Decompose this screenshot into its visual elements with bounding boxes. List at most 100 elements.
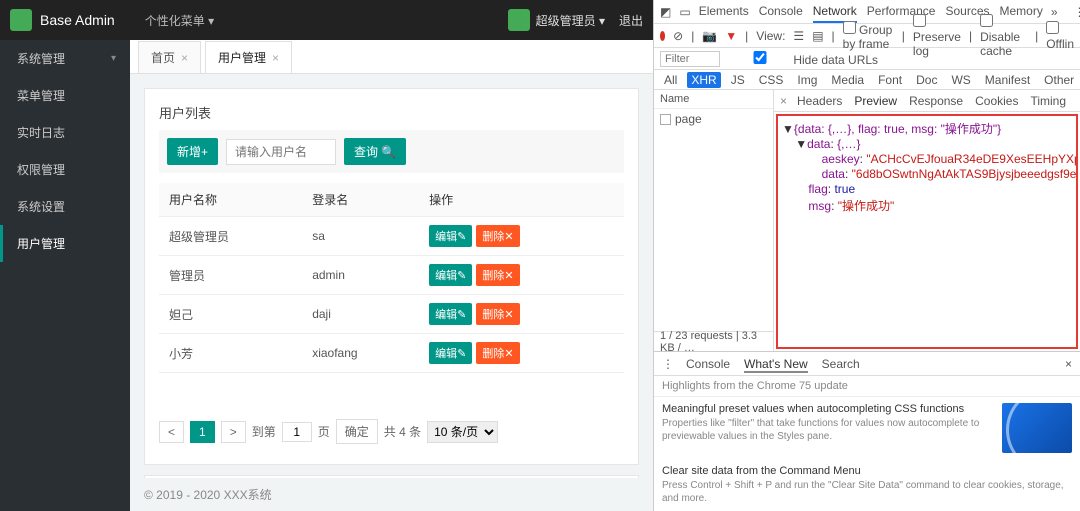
devtools-tab-elements[interactable]: Elements xyxy=(699,1,749,23)
table-row: 小芳xiaofang编辑✎删除✕ xyxy=(159,334,624,373)
overview-icon[interactable]: ▤ xyxy=(812,29,823,43)
user-label[interactable]: 超级管理员 ▾ xyxy=(536,12,605,29)
hide-data-urls-checkbox[interactable]: Hide data URLs xyxy=(730,51,878,67)
delete-button[interactable]: 删除✕ xyxy=(476,342,519,364)
subtab-timing[interactable]: Timing xyxy=(1030,94,1066,108)
type-filter: All XHR JS CSS Img Media Font Doc WS Manifest Othe… xyxy=(654,70,1080,90)
whatsnew-item[interactable]: Meaningful preset values when autocomple… xyxy=(654,397,1080,459)
sidebar-item-log[interactable]: 实时日志 xyxy=(0,114,130,151)
type-ws[interactable]: WS xyxy=(947,72,974,88)
type-manifest[interactable]: Manifest xyxy=(981,72,1034,88)
clear-icon[interactable]: ⊘ xyxy=(673,29,683,43)
drawer: ⋮ ConsoleWhat's NewSearch × Highlights f… xyxy=(654,351,1080,511)
add-button[interactable]: 新增+ xyxy=(167,138,218,165)
sidebar-item-system[interactable]: 系统管理▾ xyxy=(0,40,130,77)
header: Base Admin 个性化菜单 ▾ 超级管理员 ▾ 退出 xyxy=(0,0,653,40)
edit-button[interactable]: 编辑✎ xyxy=(429,225,472,247)
page-1[interactable]: 1 xyxy=(190,421,215,443)
type-js[interactable]: JS xyxy=(727,72,749,88)
delete-button[interactable]: 删除✕ xyxy=(476,225,519,247)
type-media[interactable]: Media xyxy=(827,72,868,88)
cell-login: admin xyxy=(302,256,419,295)
tab-users[interactable]: 用户管理× xyxy=(205,41,292,73)
search-icon: 🔍 xyxy=(381,145,396,159)
record-icon[interactable] xyxy=(660,31,665,41)
delete-button[interactable]: 删除✕ xyxy=(476,303,519,325)
more-tabs[interactable]: » xyxy=(1051,5,1058,19)
devtools-tab-console[interactable]: Console xyxy=(759,1,803,23)
type-xhr[interactable]: XHR xyxy=(687,72,720,88)
confirm-page[interactable]: 确定 xyxy=(336,419,378,444)
sidebar-item-menu[interactable]: 菜单管理 xyxy=(0,77,130,114)
edit-button[interactable]: 编辑✎ xyxy=(429,342,472,364)
type-font[interactable]: Font xyxy=(874,72,906,88)
drawer-tab-search[interactable]: Search xyxy=(822,357,860,371)
subtab-headers[interactable]: Headers xyxy=(797,94,842,108)
edit-button[interactable]: 编辑✎ xyxy=(429,264,472,286)
camera-icon[interactable]: 📷 xyxy=(702,29,717,43)
drawer-menu-icon[interactable]: ⋮ xyxy=(662,357,674,371)
chevron-down-icon: ▾ xyxy=(599,14,605,28)
preview-pane[interactable]: ▼{data: {,…}, flag: true, msg: "操作成功"} ▼… xyxy=(776,114,1078,349)
sidebar-item-settings[interactable]: 系统设置 xyxy=(0,188,130,225)
subtab-response[interactable]: Response xyxy=(909,94,963,108)
logout-link[interactable]: 退出 xyxy=(619,12,643,29)
logo-icon xyxy=(10,9,32,31)
cell-name: 小芳 xyxy=(159,334,302,373)
per-page-select[interactable]: 10 条/页 xyxy=(427,421,498,443)
avatar[interactable] xyxy=(508,9,530,31)
detail-tabs: × Headers Preview Response Cookies Timing xyxy=(774,90,1080,112)
drawer-tab-whatsnew[interactable]: What's New xyxy=(744,357,808,373)
devtools: ◩ ▭ ElementsConsoleNetworkPerformanceSou… xyxy=(653,0,1080,511)
page-input[interactable] xyxy=(282,422,312,442)
personal-menu-link[interactable]: 个性化菜单 ▾ xyxy=(145,12,214,29)
name-column-header[interactable]: Name xyxy=(654,90,773,109)
delete-button[interactable]: 删除✕ xyxy=(476,264,519,286)
close-icon[interactable]: × xyxy=(272,51,279,65)
network-status: 1 / 23 requests | 3.3 KB / … xyxy=(654,331,773,351)
toolbar: 新增+ 查询 🔍 xyxy=(159,130,624,173)
edit-button[interactable]: 编辑✎ xyxy=(429,303,472,325)
network-toolbar: ⊘ | 📷 ▼ | View: ☰ ▤ | Group by frame | P… xyxy=(654,24,1080,48)
user-list-card: 用户列表 新增+ 查询 🔍 用户名称 登录名 操作 超级管理员sa编辑✎删除✕管… xyxy=(144,88,639,465)
prev-page[interactable]: < xyxy=(159,421,184,443)
filter-toggle-icon[interactable]: ▼ xyxy=(725,29,737,43)
tabs: 首页× 用户管理× xyxy=(130,40,653,74)
close-detail-icon[interactable]: × xyxy=(780,94,787,108)
type-img[interactable]: Img xyxy=(793,72,821,88)
file-icon xyxy=(660,114,671,125)
group-by-frame-checkbox[interactable]: Group by frame xyxy=(843,21,894,51)
type-doc[interactable]: Doc xyxy=(912,72,941,88)
type-all[interactable]: All xyxy=(660,72,681,88)
search-input[interactable] xyxy=(226,139,336,165)
subtab-preview[interactable]: Preview xyxy=(854,94,897,108)
card-title: 用户列表 xyxy=(159,103,624,122)
cell-name: 管理员 xyxy=(159,256,302,295)
tab-home[interactable]: 首页× xyxy=(138,41,201,73)
sidebar-item-perm[interactable]: 权限管理 xyxy=(0,151,130,188)
sidebar-item-users[interactable]: 用户管理 xyxy=(0,225,130,262)
large-rows-icon[interactable]: ☰ xyxy=(793,29,804,43)
devtools-tab-network[interactable]: Network xyxy=(813,1,857,23)
search-button[interactable]: 查询 🔍 xyxy=(344,138,406,165)
inspect-icon[interactable]: ◩ xyxy=(660,5,671,19)
table-row: 超级管理员sa编辑✎删除✕ xyxy=(159,217,624,256)
subtab-cookies[interactable]: Cookies xyxy=(975,94,1018,108)
total-label: 共 4 条 xyxy=(384,423,421,440)
devtools-menu-icon[interactable]: ⋮ xyxy=(1074,5,1080,19)
sidebar: 系统管理▾ 菜单管理 实时日志 权限管理 系统设置 用户管理 xyxy=(0,40,130,511)
col-username: 用户名称 xyxy=(159,183,302,217)
type-other[interactable]: Other xyxy=(1040,72,1078,88)
request-row[interactable]: page xyxy=(654,109,773,129)
close-icon[interactable]: × xyxy=(181,51,188,65)
col-ops: 操作 xyxy=(419,183,624,217)
filter-input[interactable] xyxy=(660,51,720,67)
next-page[interactable]: > xyxy=(221,421,246,443)
device-icon[interactable]: ▭ xyxy=(679,5,690,19)
close-icon[interactable]: × xyxy=(1065,357,1072,371)
table-row: 妲己daji编辑✎删除✕ xyxy=(159,295,624,334)
drawer-tab-console[interactable]: Console xyxy=(686,357,730,371)
whatsnew-item[interactable]: Clear site data from the Command MenuPre… xyxy=(654,459,1080,511)
offline-checkbox[interactable]: Offlin xyxy=(1046,21,1074,51)
type-css[interactable]: CSS xyxy=(755,72,788,88)
